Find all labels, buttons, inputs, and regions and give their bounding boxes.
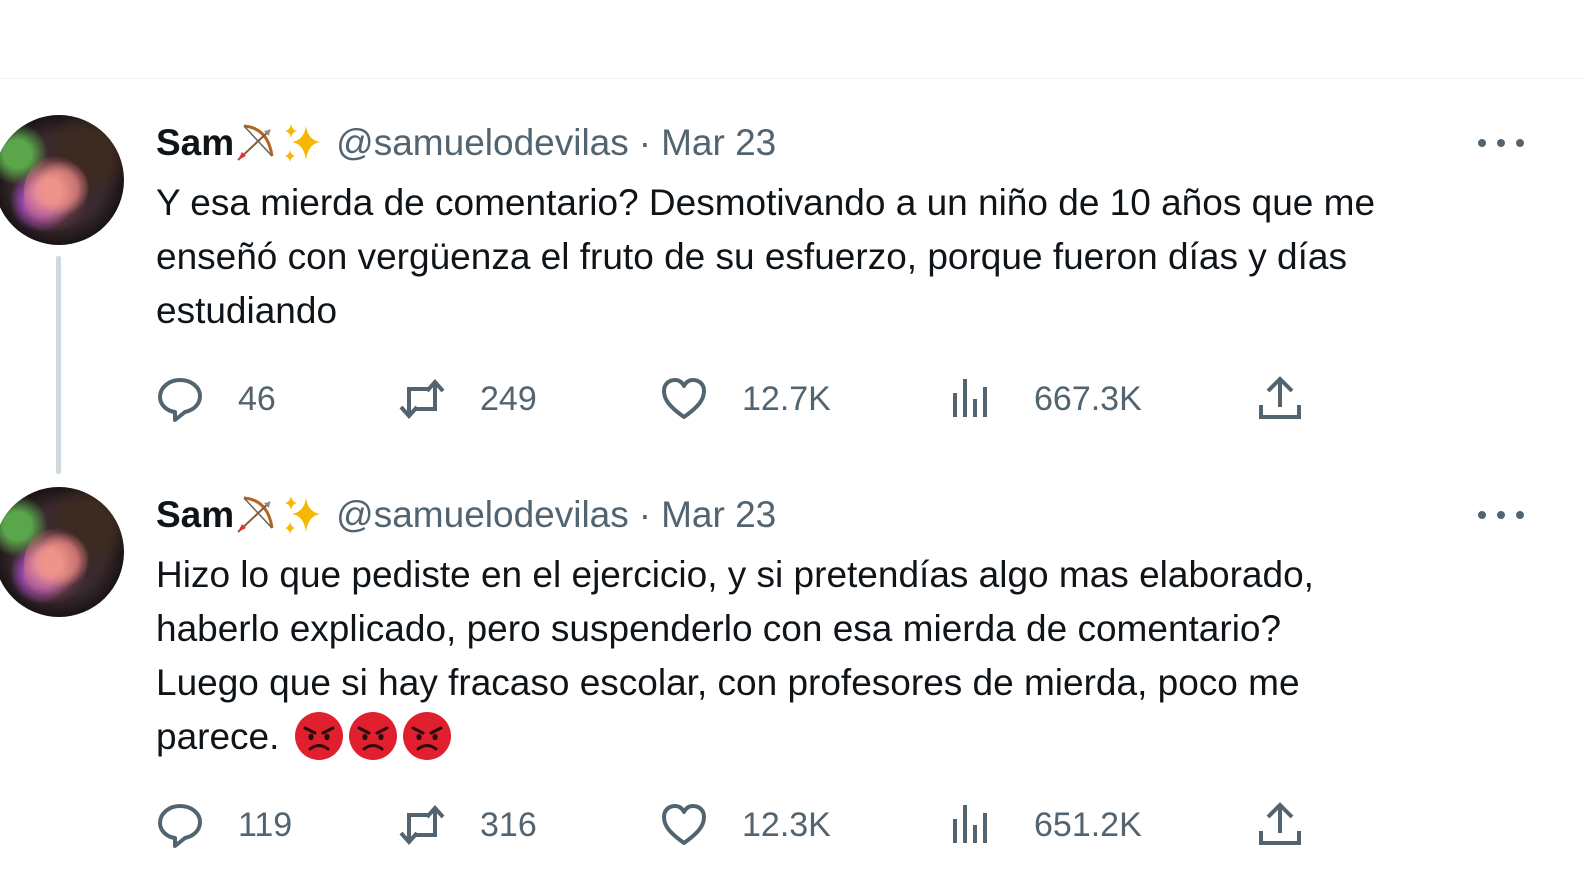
dot-icon xyxy=(1516,511,1524,519)
like-count: 12.7K xyxy=(742,379,831,418)
dot-icon xyxy=(1497,139,1505,147)
retweet-button[interactable]: 316 xyxy=(398,800,537,850)
display-name[interactable]: Sam xyxy=(156,122,234,164)
retweet-icon xyxy=(398,801,446,849)
retweet-count: 316 xyxy=(480,805,537,844)
reply-count: 46 xyxy=(238,379,276,418)
tweet-text: Hizo lo que pediste en el ejercicio, y s… xyxy=(156,548,1546,764)
handle[interactable]: @samuelodevilas xyxy=(336,122,629,164)
like-button[interactable]: 12.3K xyxy=(660,800,831,850)
tweet-header: Sam @samuelodevilas · Mar 23 xyxy=(156,494,776,536)
dot-icon xyxy=(1478,511,1486,519)
display-name[interactable]: Sam xyxy=(156,494,234,536)
dot-icon xyxy=(1478,139,1486,147)
top-divider xyxy=(0,78,1584,79)
tweet-text-line: enseñó con vergüenza el fruto de su esfu… xyxy=(156,236,1347,277)
bow-and-arrow-emoji xyxy=(234,120,280,166)
avatar[interactable] xyxy=(0,487,124,617)
retweet-icon xyxy=(398,375,446,423)
angry-face-emoji xyxy=(402,711,452,761)
dot-icon xyxy=(1516,139,1524,147)
tweet-text-line: Y esa mierda de comentario? Desmotivando… xyxy=(156,182,1376,223)
tweet-text-line: haberlo explicado, pero suspenderlo con … xyxy=(156,608,1282,649)
retweet-button[interactable]: 249 xyxy=(398,374,537,424)
handle[interactable]: @samuelodevilas xyxy=(336,494,629,536)
heart-icon xyxy=(660,375,708,423)
reply-button[interactable]: 46 xyxy=(156,374,276,424)
heart-icon xyxy=(660,801,708,849)
retweet-count: 249 xyxy=(480,379,537,418)
view-count: 667.3K xyxy=(1034,379,1142,418)
tweet-header: Sam @samuelodevilas · Mar 23 xyxy=(156,122,776,164)
tweet-text-last-line: parece. xyxy=(156,710,1546,764)
angry-face-emoji xyxy=(348,711,398,761)
reply-count: 119 xyxy=(238,805,293,844)
share-icon xyxy=(1256,801,1304,849)
views-button[interactable]: 667.3K xyxy=(946,374,1142,424)
tweet-text-line: estudiando xyxy=(156,290,338,331)
reply-icon xyxy=(156,801,204,849)
thread-connector-line xyxy=(56,256,61,474)
tweet-text: Y esa mierda de comentario? Desmotivando… xyxy=(156,176,1546,338)
share-button[interactable] xyxy=(1256,800,1304,850)
more-options-button[interactable] xyxy=(1478,500,1524,530)
tweet-actions: 46 249 12.7K 667.3K xyxy=(0,374,1584,424)
views-button[interactable]: 651.2K xyxy=(946,800,1142,850)
separator-dot: · xyxy=(638,494,652,535)
share-button[interactable] xyxy=(1256,374,1304,424)
tweet-text-line: Hizo lo que pediste en el ejercicio, y s… xyxy=(156,554,1314,595)
reply-button[interactable]: 119 xyxy=(156,800,292,850)
analytics-icon xyxy=(946,375,994,423)
tweet-date[interactable]: Mar 23 xyxy=(661,122,776,164)
sparkles-emoji xyxy=(280,120,326,166)
tweet-date[interactable]: Mar 23 xyxy=(661,494,776,536)
like-count: 12.3K xyxy=(742,805,831,844)
dot-icon xyxy=(1497,511,1505,519)
view-count: 651.2K xyxy=(1034,805,1142,844)
more-options-button[interactable] xyxy=(1478,128,1524,158)
avatar[interactable] xyxy=(0,115,124,245)
reply-icon xyxy=(156,375,204,423)
tweet-text-line: parece. xyxy=(156,716,280,757)
share-icon xyxy=(1256,375,1304,423)
analytics-icon xyxy=(946,801,994,849)
tweet-actions: 119 316 12.3K 651.2K xyxy=(0,800,1584,850)
like-button[interactable]: 12.7K xyxy=(660,374,831,424)
separator-dot: · xyxy=(638,122,652,163)
bow-and-arrow-emoji xyxy=(234,492,280,538)
sparkles-emoji xyxy=(280,492,326,538)
angry-face-emoji xyxy=(294,711,344,761)
tweet-text-line: Luego que si hay fracaso escolar, con pr… xyxy=(156,662,1300,703)
